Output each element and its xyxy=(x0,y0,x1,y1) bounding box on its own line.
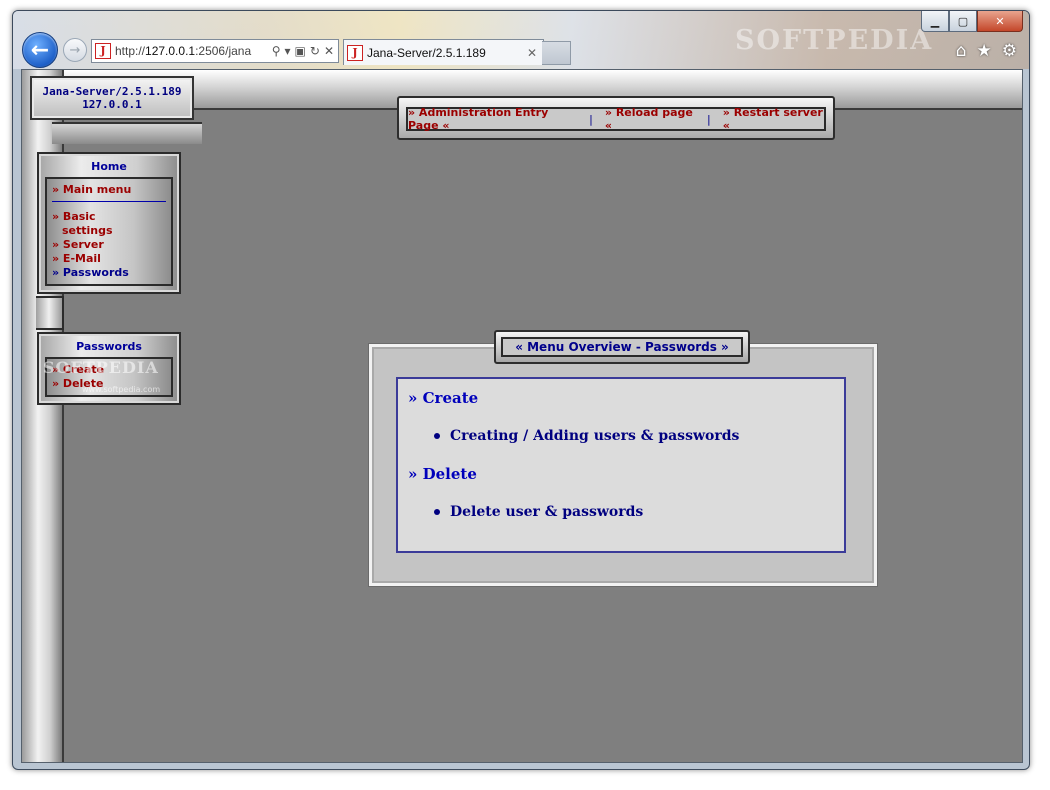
nav-reload-link[interactable]: » Reload page « xyxy=(605,106,695,132)
section-delete-bullet: Delete user & passwords xyxy=(434,504,643,520)
dropdown-arrow-icon[interactable]: ▾ xyxy=(285,44,291,58)
nav-restart-link[interactable]: » Restart server « xyxy=(723,106,824,132)
new-tab-button[interactable] xyxy=(542,41,571,65)
home-icon[interactable]: ⌂ xyxy=(956,41,967,61)
nav-separator: | xyxy=(707,112,711,126)
softpedia-watermark-top: SOFTPEDIA xyxy=(735,25,934,56)
back-arrow-icon: ← xyxy=(30,37,50,63)
bullet-dot-icon xyxy=(434,509,440,515)
nav-admin-entry-link[interactable]: » Administration Entry Page « xyxy=(408,106,577,132)
top-nav-frame: » Administration Entry Page « | » Reload… xyxy=(397,96,835,140)
window-controls: ▁ ▢ ✕ xyxy=(921,11,1023,32)
overview-panel: » Create Creating / Adding users & passw… xyxy=(369,344,877,586)
tab-title: Jana-Server/2.5.1.189 xyxy=(367,45,486,60)
section-delete-heading[interactable]: » Delete xyxy=(408,465,477,483)
server-ip: 127.0.0.1 xyxy=(82,98,142,111)
section-create-bullet: Creating / Adding users & passwords xyxy=(434,428,739,444)
settings-gear-icon[interactable]: ⚙ xyxy=(1002,41,1017,61)
section-delete-description: Delete user & passwords xyxy=(450,504,644,520)
server-name: Jana-Server/2.5.1.189 xyxy=(42,85,182,98)
address-bar-actions: ⚲ ▾ ▣ ↻ ✕ xyxy=(272,44,338,58)
menu-item-main-menu[interactable]: » Main menu xyxy=(52,183,166,197)
overview-panel-tab: « Menu Overview - Passwords » xyxy=(494,330,750,364)
main-menu-title[interactable]: Home xyxy=(39,154,179,177)
compatibility-view-icon[interactable]: ▣ xyxy=(295,44,306,58)
main-menu-list: » Main menu » Basic settings » Server » … xyxy=(45,177,173,286)
softpedia-watermark: SOFTPEDIA xyxy=(43,358,159,377)
browser-toolbar-icons: ⌂ ★ ⚙ xyxy=(956,41,1017,61)
menu-item-server[interactable]: » Server xyxy=(52,238,166,252)
page-corner-step xyxy=(52,122,202,144)
browser-window: SOFTPEDIA ▁ ▢ ✕ ← → J http://127.0.0.1:2… xyxy=(12,10,1030,770)
minimize-button[interactable]: ▁ xyxy=(921,11,949,32)
menu-item-basic-settings[interactable]: » Basic xyxy=(52,210,166,224)
menu-separator-notch xyxy=(36,296,64,330)
menu-item-passwords[interactable]: » Passwords xyxy=(52,266,166,280)
server-info-box: Jana-Server/2.5.1.189 127.0.0.1 xyxy=(30,76,194,120)
tab-favicon-icon: J xyxy=(347,44,363,61)
favorites-star-icon[interactable]: ★ xyxy=(977,41,992,61)
menu-item-email[interactable]: » E-Mail xyxy=(52,252,166,266)
page-viewport: Jana-Server/2.5.1.189 127.0.0.1 » Admini… xyxy=(21,69,1023,763)
menu-item-basic-settings-cont[interactable]: settings xyxy=(52,224,166,238)
forward-arrow-icon: → xyxy=(69,42,81,58)
overview-panel-content: » Create Creating / Adding users & passw… xyxy=(396,377,846,553)
top-nav: » Administration Entry Page « | » Reload… xyxy=(406,106,826,132)
back-button[interactable]: ← xyxy=(22,32,58,68)
overview-panel-title: « Menu Overview - Passwords » xyxy=(501,337,743,357)
section-create-description: Creating / Adding users & passwords xyxy=(450,428,740,444)
passwords-menu-title: Passwords xyxy=(76,340,142,353)
menu-divider xyxy=(52,201,166,202)
address-input[interactable]: http://127.0.0.1:2506/jana xyxy=(115,44,272,58)
browser-tab[interactable]: J Jana-Server/2.5.1.189 ✕ xyxy=(343,39,544,65)
forward-button[interactable]: → xyxy=(63,38,87,62)
section-create-heading[interactable]: » Create xyxy=(408,389,478,407)
close-window-button[interactable]: ✕ xyxy=(977,11,1023,32)
refresh-icon[interactable]: ↻ xyxy=(310,44,320,58)
main-menu-box: Home » Main menu » Basic settings » Serv… xyxy=(37,152,181,294)
stop-icon[interactable]: ✕ xyxy=(324,44,334,58)
jana-favicon-icon: J xyxy=(95,43,111,59)
tab-close-icon[interactable]: ✕ xyxy=(527,46,543,60)
bullet-dot-icon xyxy=(434,433,440,439)
softpedia-watermark-url: www.softpedia.com xyxy=(82,385,161,394)
maximize-button[interactable]: ▢ xyxy=(949,11,977,32)
address-bar[interactable]: J http://127.0.0.1:2506/jana ⚲ ▾ ▣ ↻ ✕ xyxy=(91,39,339,63)
search-icon[interactable]: ⚲ xyxy=(272,44,281,58)
nav-separator: | xyxy=(589,112,593,126)
